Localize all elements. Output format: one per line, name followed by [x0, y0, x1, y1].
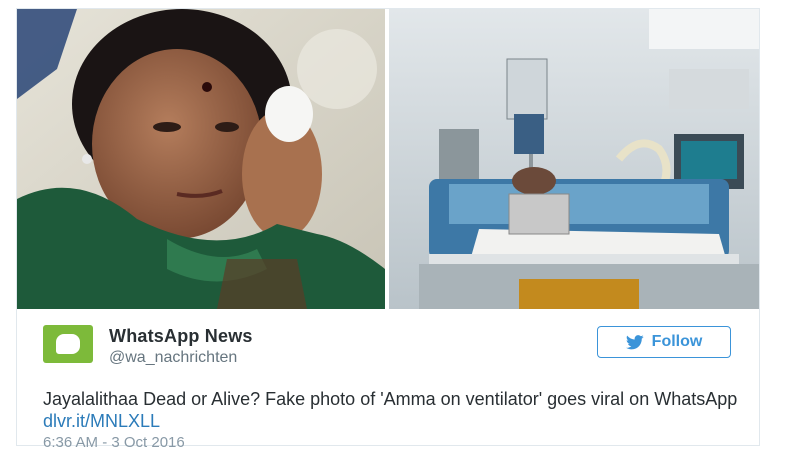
woman-photo-image [17, 9, 385, 309]
author-handle[interactable]: @wa_nachrichten [109, 349, 237, 367]
tweet-body: WhatsApp News @wa_nachrichten Follow Jay… [17, 309, 759, 451]
tweet-card: WhatsApp News @wa_nachrichten Follow Jay… [16, 8, 760, 451]
tweet-text-content: Jayalalithaa Dead or Alive? Fake photo o… [43, 389, 738, 409]
hospital-photo-image [389, 9, 759, 309]
avatar[interactable] [43, 325, 93, 363]
tweet-link[interactable]: dlvr.it/MNLXLL [43, 411, 160, 431]
follow-button[interactable]: Follow [597, 326, 731, 358]
follow-button-label: Follow [651, 333, 703, 350]
hospital-bed-ventilator-photo[interactable] [389, 9, 759, 309]
tweet-media[interactable] [17, 9, 759, 309]
twitter-bird-icon [625, 334, 644, 349]
tweet-text: Jayalalithaa Dead or Alive? Fake photo o… [43, 388, 743, 432]
woman-in-green-saree-photo[interactable] [17, 9, 385, 309]
tweet-timestamp[interactable]: 6:36 AM - 3 Oct 2016 [43, 434, 185, 451]
whatsapp-logo-icon [56, 334, 80, 354]
author-display-name[interactable]: WhatsApp News [109, 326, 253, 347]
